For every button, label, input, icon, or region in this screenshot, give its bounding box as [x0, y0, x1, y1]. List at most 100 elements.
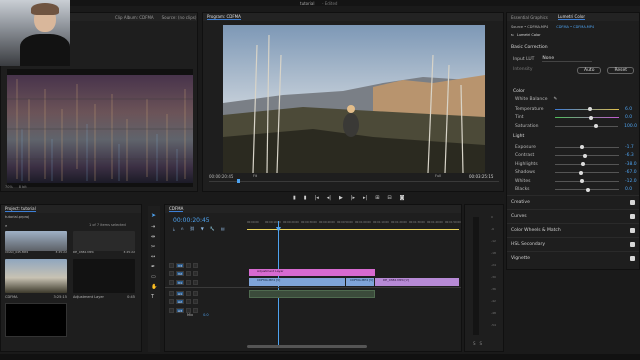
solo-right-button[interactable]: S	[480, 341, 483, 346]
project-search-icon[interactable]: ⌕	[5, 223, 7, 228]
slider-value[interactable]: -38.0	[625, 162, 637, 167]
slider-value[interactable]: 0.0	[625, 187, 632, 192]
lumetri-section-hsl-secondary[interactable]: HSL Secondary	[507, 237, 639, 251]
timeline-scrollbar[interactable]	[247, 345, 367, 348]
track-target-button[interactable]: V3	[176, 262, 184, 268]
captions-icon[interactable]: ▤	[221, 226, 225, 231]
pen-tool-icon[interactable]: ✒	[151, 264, 155, 270]
slider-knob[interactable]	[579, 145, 584, 150]
slider-knob[interactable]	[581, 162, 586, 167]
track-eye-icon[interactable]	[193, 279, 198, 285]
ripple-tool-icon[interactable]: ⇹	[151, 234, 155, 240]
tab-program[interactable]: Program: CDFMA	[207, 14, 241, 20]
tab-sequence[interactable]: CDFMA	[169, 206, 184, 212]
track-lock-icon[interactable]	[169, 279, 174, 285]
slider-track[interactable]	[555, 187, 619, 192]
slider-knob[interactable]	[579, 170, 584, 175]
mix-value[interactable]: 0.0	[203, 313, 209, 317]
slider-knob[interactable]	[582, 153, 587, 158]
program-timecode-left[interactable]: 00:00:20:45	[209, 174, 233, 179]
slider-value[interactable]: 0.0	[625, 115, 632, 120]
slip-tool-icon[interactable]: ↔	[151, 254, 155, 260]
track-target-button[interactable]: V1	[176, 279, 184, 285]
slider-knob[interactable]	[586, 187, 590, 192]
camera-icon[interactable]: ◙	[400, 195, 405, 201]
reset-button[interactable]: Reset	[607, 67, 635, 74]
slider-track[interactable]	[555, 153, 619, 158]
light-section-header[interactable]: Light	[513, 134, 524, 139]
a1-audio-clip[interactable]	[249, 290, 375, 298]
section-enable-checkbox[interactable]	[630, 228, 635, 233]
section-enable-checkbox[interactable]	[630, 242, 635, 247]
master-clip-label[interactable]: Source • CDFMA.MP4	[511, 25, 548, 29]
slider-track[interactable]	[555, 179, 619, 184]
slider-value[interactable]: -1.7	[625, 145, 634, 150]
v1-clip-c[interactable]: DE_0382.MP4 [V]	[375, 278, 459, 286]
slider-value[interactable]: -67.0	[625, 170, 637, 175]
track-sync-lock-icon[interactable]	[186, 262, 191, 268]
track-mute-button[interactable]	[186, 290, 191, 296]
project-item-adjustment-thumb[interactable]	[73, 259, 135, 293]
lumetri-section-vignette[interactable]: Vignette	[507, 251, 639, 265]
slider-knob[interactable]	[593, 124, 598, 129]
project-item-cdfma-thumb[interactable]	[5, 259, 67, 293]
nest-icon[interactable]: ⤓	[173, 226, 175, 231]
snap-icon[interactable]: ∩	[181, 226, 184, 231]
tab-lumetri-color[interactable]: Lumetri Color	[557, 14, 585, 20]
step-forward-icon[interactable]: |▸	[351, 195, 355, 201]
adjustment-layer-clip[interactable]: Adjustment Layer	[249, 269, 375, 276]
slider-knob[interactable]	[587, 107, 592, 112]
eyedropper-icon[interactable]: ✎	[553, 97, 557, 102]
slider-track[interactable]	[554, 124, 619, 129]
track-sync-lock-icon[interactable]	[186, 279, 191, 285]
track-solo-button[interactable]	[193, 290, 198, 296]
tab-clip-album[interactable]: Clip Album: CDFMA	[115, 15, 154, 20]
track-mute-button[interactable]	[186, 307, 191, 313]
lumetri-section-creative[interactable]: Creative	[507, 195, 639, 209]
tab-project[interactable]: Project: tutorial	[5, 206, 36, 212]
tab-essential-graphics[interactable]: Essential Graphics	[511, 15, 548, 20]
section-enable-checkbox[interactable]	[630, 200, 635, 205]
v1-clip-a[interactable]: CDFMA.MP4 [V]	[249, 278, 345, 286]
fit-dropdown[interactable]: Fit	[253, 174, 257, 178]
track-target-button[interactable]: A1	[176, 290, 184, 296]
section-enable-checkbox[interactable]	[630, 214, 635, 219]
lumetri-section-curves[interactable]: Curves	[507, 209, 639, 223]
slider-track[interactable]	[555, 162, 619, 167]
hand-tool-icon[interactable]: ✋	[151, 284, 157, 290]
project-thumb-top-2[interactable]	[73, 231, 135, 251]
program-playhead[interactable]	[237, 179, 240, 183]
slider-track[interactable]	[555, 115, 619, 120]
sequence-clip-label[interactable]: CDFMA • CDFMA.MP4	[556, 25, 594, 29]
solo-left-button[interactable]: S	[473, 341, 476, 346]
step-back-icon[interactable]: ◂|	[327, 195, 331, 201]
track-target-button[interactable]: A2	[176, 299, 184, 305]
slider-value[interactable]: -6.3	[625, 153, 634, 158]
insert-icon[interactable]: ⊞	[375, 195, 379, 201]
track-lock-icon[interactable]	[169, 271, 174, 277]
track-solo-button[interactable]	[193, 307, 198, 313]
resolution-dropdown[interactable]: Full	[435, 174, 441, 178]
slider-knob[interactable]	[580, 179, 585, 184]
color-section-header[interactable]: Color	[513, 89, 525, 94]
overwrite-icon[interactable]: ⊟	[387, 195, 391, 201]
program-scrubber[interactable]	[209, 181, 499, 182]
track-target-button[interactable]: V2	[176, 271, 184, 277]
track-mute-button[interactable]	[186, 299, 191, 305]
track-target-button[interactable]: A3	[176, 307, 184, 313]
linked-icon[interactable]: ⛓	[190, 226, 195, 231]
slider-value[interactable]: 6.0	[625, 107, 632, 112]
razor-tool-icon[interactable]: ✂	[151, 244, 155, 250]
section-enable-checkbox[interactable]	[630, 256, 635, 261]
slider-track[interactable]	[555, 107, 619, 112]
slider-value[interactable]: 100.0	[624, 124, 637, 129]
lumetri-section-color-wheels-match[interactable]: Color Wheels & Match	[507, 223, 639, 237]
wrench-icon[interactable]: 🔧	[210, 226, 215, 231]
track-lock-icon[interactable]	[169, 299, 174, 305]
basic-correction-header[interactable]: Basic Correction	[511, 45, 548, 50]
slider-track[interactable]	[555, 170, 619, 175]
track-lock-icon[interactable]	[169, 290, 174, 296]
slider-knob[interactable]	[589, 115, 594, 120]
rectangle-tool-icon[interactable]: ▭	[151, 274, 156, 280]
selection-tool-icon[interactable]: ➤	[151, 212, 156, 219]
